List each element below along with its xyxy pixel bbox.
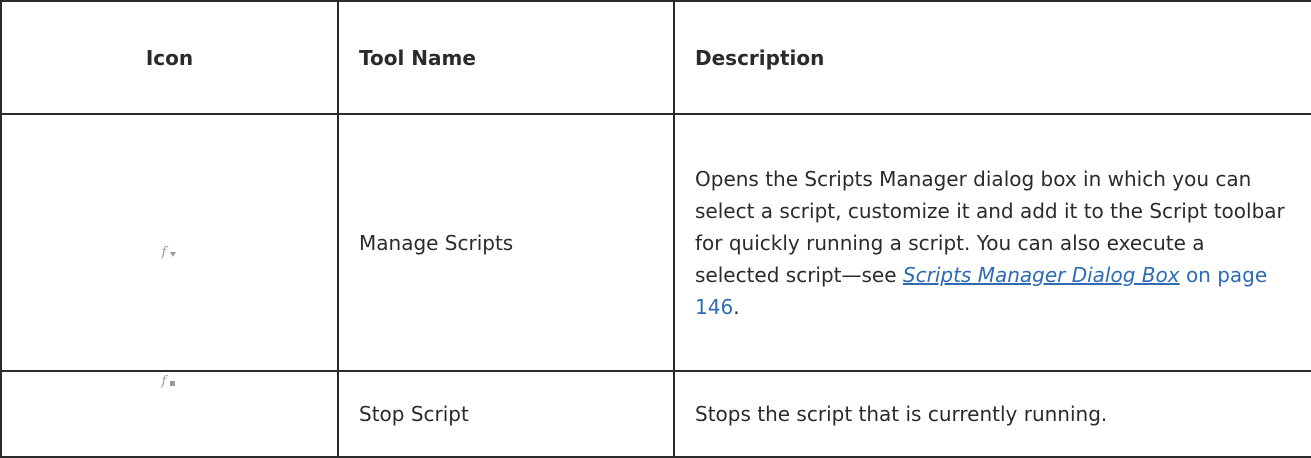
manage-scripts-icon[interactable]: f: [162, 246, 178, 260]
tool-name-cell: Manage Scripts: [337, 113, 675, 372]
header-icon: Icon: [0, 0, 339, 115]
stop-script-icon[interactable]: f: [162, 375, 178, 389]
icon-cell: f: [0, 113, 339, 372]
icon-cell: f: [0, 370, 339, 458]
scripts-manager-dialog-box-link[interactable]: Scripts Manager Dialog Box: [903, 263, 1180, 287]
tools-table: Icon Tool Name Description f Manage Scri…: [0, 0, 1311, 458]
table-row: f Stop Script Stops the script that is c…: [0, 370, 1311, 458]
tool-name-cell: Stop Script: [337, 370, 675, 458]
description-suffix: .: [733, 294, 740, 319]
description-cell: Stops the script that is currently runni…: [673, 370, 1311, 458]
table-row: f Manage Scripts Opens the Scripts Manag…: [0, 113, 1311, 372]
header-tool-name: Tool Name: [337, 0, 675, 115]
description-cell: Opens the Scripts Manager dialog box in …: [673, 113, 1311, 372]
table-header-row: Icon Tool Name Description: [0, 0, 1311, 115]
header-description: Description: [673, 0, 1311, 115]
